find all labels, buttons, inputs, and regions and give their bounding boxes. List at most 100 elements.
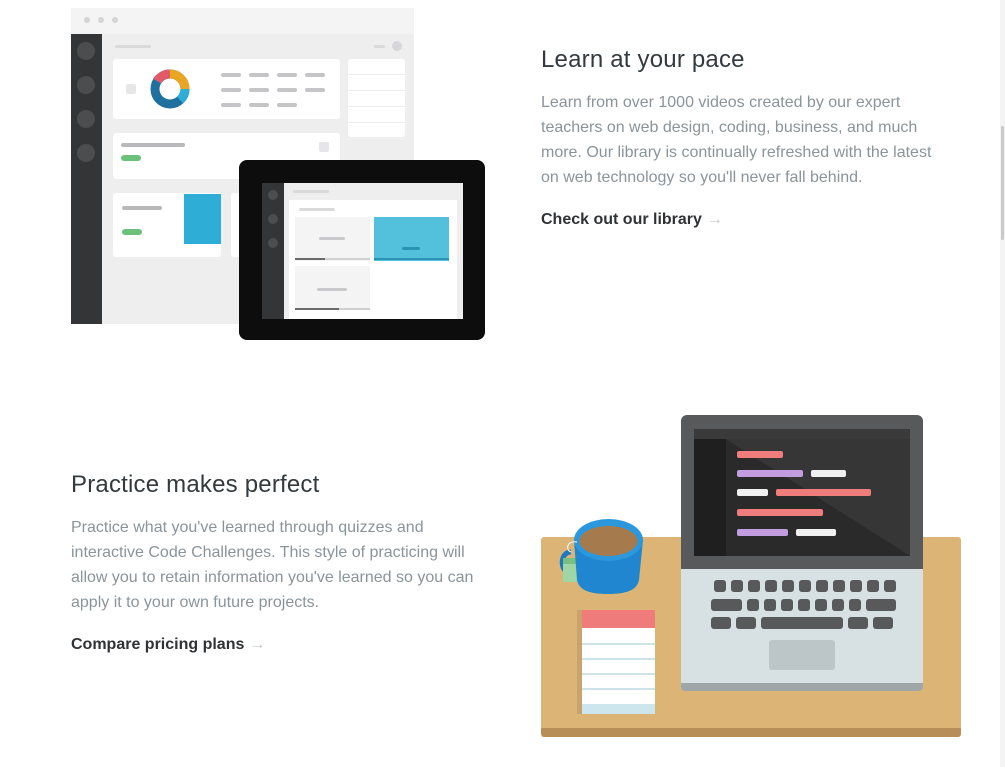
laptop-base [681, 569, 923, 691]
key [832, 599, 844, 611]
legend-bar [305, 73, 325, 77]
tablet-screen [262, 183, 463, 319]
tile-label-bar [317, 288, 347, 291]
key [867, 580, 879, 592]
key [884, 580, 896, 592]
desk-edge [541, 728, 961, 737]
legend-bar [249, 103, 269, 107]
sidebar-circle-icon [268, 238, 278, 248]
code-line [811, 470, 846, 477]
tablet-content [284, 183, 463, 319]
code-line [737, 470, 803, 477]
legend-bar [277, 73, 297, 77]
legend-bar [277, 103, 297, 107]
window-titlebar [71, 8, 414, 34]
key [747, 599, 759, 611]
card-title-bar [121, 143, 185, 147]
panel-divider [348, 74, 405, 75]
header-bar [299, 208, 335, 211]
key [849, 599, 861, 611]
feature-title: Learn at your pace [541, 46, 745, 73]
key [833, 580, 845, 592]
editor-gutter [694, 439, 726, 556]
tablet-device [239, 160, 485, 340]
arrow-right-icon: → [249, 636, 266, 653]
header-avatar-icon [392, 41, 402, 51]
legend-bar [221, 88, 241, 92]
right-panel [348, 59, 405, 137]
card-thumbnail [184, 194, 221, 244]
feature-description: Practice what you've learned through qui… [71, 519, 474, 611]
code-line [737, 451, 783, 458]
key [782, 580, 794, 592]
key [764, 599, 776, 611]
trackpad [769, 640, 835, 670]
key [765, 580, 777, 592]
card-title-bar [122, 206, 162, 210]
code-line [776, 489, 871, 496]
notepad-line [582, 673, 655, 675]
key [714, 580, 726, 592]
header-bar [293, 190, 329, 193]
notepad-line [582, 688, 655, 690]
card-checkbox-icon [319, 142, 329, 152]
code-line [737, 529, 788, 536]
practice-illustration [541, 414, 961, 738]
tile-label-bar [402, 247, 420, 250]
legend-bar [249, 73, 269, 77]
course-card [231, 193, 239, 257]
notepad-footer [582, 704, 655, 714]
app-sidebar [71, 34, 102, 324]
tile-progress [295, 258, 370, 260]
legend-bar [277, 88, 297, 92]
notepad [577, 610, 655, 714]
key [873, 617, 893, 629]
link-label: Check out our library [541, 211, 702, 228]
library-link[interactable]: Check out our library → [541, 211, 723, 228]
card-green-bar [122, 229, 142, 235]
notepad-line [582, 658, 655, 660]
panel-divider [348, 106, 405, 107]
panel-divider [348, 122, 405, 123]
card-checkbox-icon [126, 84, 136, 94]
tablet-panel [289, 200, 457, 319]
feature-practice: Practice makes perfect Practice what you… [71, 471, 491, 654]
feature-description: Learn from over 1000 videos created by o… [541, 94, 932, 186]
key [711, 599, 742, 611]
key [748, 580, 760, 592]
header-bar [115, 45, 151, 48]
legend-bar [221, 103, 241, 107]
code-line [737, 509, 823, 516]
scrollbar-track[interactable] [1000, 0, 1005, 767]
code-line [737, 489, 768, 496]
key [798, 599, 810, 611]
donut-card [113, 59, 340, 119]
key [781, 599, 793, 611]
feature-title: Practice makes perfect [71, 471, 320, 498]
sidebar-circle-icon [268, 190, 278, 200]
panel-divider [348, 90, 405, 91]
video-tile [295, 217, 370, 261]
course-card [113, 193, 221, 257]
sidebar-circle-icon [77, 42, 95, 60]
video-tile [295, 266, 370, 310]
key [711, 617, 731, 629]
pricing-link[interactable]: Compare pricing plans → [71, 636, 265, 653]
key [736, 617, 756, 629]
scrollbar-thumb[interactable] [1001, 126, 1004, 240]
key [799, 580, 811, 592]
card-green-bar [121, 155, 141, 161]
header-bar [374, 45, 385, 48]
key [731, 580, 743, 592]
sidebar-circle-icon [77, 144, 95, 162]
video-tile-active [374, 217, 449, 261]
key [815, 599, 827, 611]
feature-learn: Learn at your pace Learn from over 1000 … [541, 46, 941, 229]
link-label: Compare pricing plans [71, 636, 245, 653]
sidebar-circle-icon [268, 214, 278, 224]
notepad-line [582, 643, 655, 645]
key [866, 599, 896, 611]
tile-progress [374, 258, 449, 260]
window-dot-icon [112, 17, 118, 23]
key [848, 617, 868, 629]
